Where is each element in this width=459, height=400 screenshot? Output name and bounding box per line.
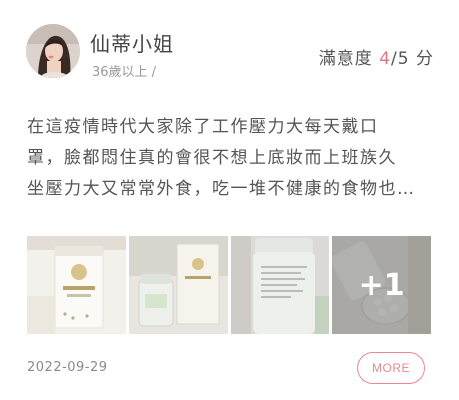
review-photo[interactable] — [230, 236, 330, 334]
review-photo-more[interactable]: +1 — [332, 236, 431, 334]
review-date: 2022-09-29 — [27, 360, 108, 375]
more-photos-count: +1 — [332, 236, 431, 334]
photo-gallery: +1 — [27, 236, 431, 334]
review-text-line: 坐壓力大又常常外食，吃一堆不健康的食物也… — [27, 179, 416, 199]
review-header: 仙蒂小姐 36歲以上 / 滿意度 4/5 分 — [26, 20, 436, 82]
review-footer: 2022-09-29 MORE — [27, 350, 431, 386]
rating-score: 4 — [379, 49, 392, 69]
rating-label: 滿意度 — [318, 49, 373, 69]
review-photo[interactable] — [27, 236, 126, 334]
satisfaction-rating: 滿意度 4/5 分 — [319, 44, 434, 69]
user-name: 仙蒂小姐 — [90, 32, 174, 56]
more-button[interactable]: MORE — [357, 352, 425, 384]
rating-unit: 分 — [416, 49, 434, 69]
avatar — [26, 24, 80, 78]
review-card: 仙蒂小姐 36歲以上 / 滿意度 4/5 分 在這疫情時代大家除了工作壓力大每天… — [0, 0, 459, 400]
user-age-group: 36歲以上 / — [92, 65, 157, 80]
review-text: 在這疫情時代大家除了工作壓力大每天戴口 罩，臉都悶住真的會很不想上底妝而上班族久… — [27, 112, 437, 205]
review-text-line: 罩，臉都悶住真的會很不想上底妝而上班族久 — [27, 148, 397, 168]
review-photo[interactable] — [128, 236, 228, 334]
rating-max: /5 — [391, 49, 410, 69]
review-text-line: 在這疫情時代大家除了工作壓力大每天戴口 — [27, 117, 379, 137]
